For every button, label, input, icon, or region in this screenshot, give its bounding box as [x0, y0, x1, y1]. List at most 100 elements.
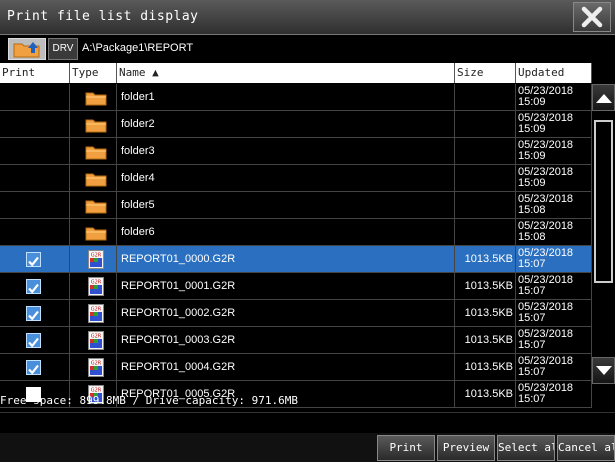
title-bar: Print file list display [0, 0, 615, 35]
table-row[interactable]: folder1 05/23/2018 15:09 [0, 84, 592, 111]
file-size: 1013.5KB [455, 246, 516, 272]
arrow-up-icon [595, 93, 612, 103]
print-checkbox[interactable] [26, 360, 41, 375]
type-cell [70, 111, 117, 137]
table-row[interactable]: G2R REPORT01_0001.G2R 1013.5KB 05/23/2018 15… [0, 273, 592, 300]
print-cell [0, 273, 70, 299]
updated-cell: 05/23/2018 15:07 [516, 300, 592, 326]
close-x-icon [581, 6, 603, 28]
table-row[interactable]: folder5 05/23/2018 15:08 [0, 192, 592, 219]
folder-icon [85, 171, 107, 187]
table-row[interactable]: folder2 05/23/2018 15:09 [0, 111, 592, 138]
file-name: REPORT01_0000.G2R [117, 246, 455, 272]
updated-time: 15:07 [518, 366, 546, 378]
drive-button[interactable]: DRV [48, 38, 78, 60]
table-row[interactable]: folder6 05/23/2018 15:08 [0, 219, 592, 246]
table-row[interactable]: G2R REPORT01_0002.G2R 1013.5KB 05/23/2018 15… [0, 300, 592, 327]
updated-time: 15:08 [518, 204, 546, 216]
file-name: folder4 [117, 165, 455, 191]
file-name: folder2 [117, 111, 455, 137]
updated-cell: 05/23/2018 15:07 [516, 273, 592, 299]
column-header-updated[interactable]: Updated [516, 63, 592, 83]
file-size: 1013.5KB [455, 273, 516, 299]
updated-time: 15:07 [518, 258, 546, 270]
preview-button[interactable]: Preview [437, 435, 495, 461]
g2r-file-icon: G2R [88, 277, 104, 296]
checkmark-icon [28, 310, 39, 321]
print-checkbox[interactable] [26, 306, 41, 321]
g2r-file-icon: G2R [88, 304, 104, 323]
updated-time: 15:09 [518, 123, 546, 135]
checkmark-icon [28, 337, 39, 348]
type-cell [70, 84, 117, 110]
file-size: 1013.5KB [455, 381, 516, 407]
updated-time: 15:07 [518, 285, 546, 297]
type-cell: G2R [70, 327, 117, 353]
type-cell [70, 192, 117, 218]
type-cell: G2R [70, 273, 117, 299]
table-row[interactable]: G2R REPORT01_0003.G2R 1013.5KB 05/23/2018 15… [0, 327, 592, 354]
updated-cell: 05/23/2018 15:07 [516, 381, 592, 407]
column-header-size[interactable]: Size [455, 63, 516, 83]
g2r-file-icon: G2R [88, 331, 104, 350]
scrollbar-thumb[interactable] [594, 120, 613, 283]
file-size [455, 138, 516, 164]
table-row[interactable]: folder4 05/23/2018 15:09 [0, 165, 592, 192]
folder-up-button[interactable] [8, 38, 46, 60]
table-row[interactable]: G2R REPORT01_0004.G2R 1013.5KB 05/23/2018 15… [0, 354, 592, 381]
file-size: 1013.5KB [455, 327, 516, 353]
updated-time: 15:09 [518, 177, 546, 189]
column-header-name[interactable]: Name ▲ [117, 63, 455, 83]
type-cell [70, 138, 117, 164]
print-cell [0, 165, 70, 191]
file-size: 1013.5KB [455, 354, 516, 380]
file-name: folder5 [117, 192, 455, 218]
type-cell: G2R [70, 246, 117, 272]
table-row[interactable]: G2R REPORT01_0000.G2R 1013.5KB 05/23/2018 15… [0, 246, 592, 273]
file-name: REPORT01_0003.G2R [117, 327, 455, 353]
print-cell [0, 84, 70, 110]
table-row[interactable]: folder3 05/23/2018 15:09 [0, 138, 592, 165]
close-button[interactable] [573, 2, 611, 32]
updated-time: 15:07 [518, 339, 546, 351]
print-checkbox[interactable] [26, 252, 41, 267]
checkmark-icon [28, 283, 39, 294]
current-path: A:\Package1\REPORT [82, 42, 194, 54]
file-size: 1013.5KB [455, 300, 516, 326]
svg-text:G2R: G2R [91, 361, 102, 367]
updated-cell: 05/23/2018 15:09 [516, 111, 592, 137]
vertical-scrollbar[interactable] [592, 84, 615, 384]
updated-time: 15:07 [518, 393, 546, 405]
updated-cell: 05/23/2018 15:08 [516, 219, 592, 245]
svg-text:G2R: G2R [91, 388, 102, 394]
checkmark-icon [28, 256, 39, 267]
column-header-print[interactable]: Print [0, 63, 70, 83]
print-button[interactable]: Print [377, 435, 435, 461]
print-checkbox[interactable] [26, 333, 41, 348]
folder-icon [85, 144, 107, 160]
updated-time: 15:07 [518, 312, 546, 324]
folder-icon [85, 198, 107, 214]
window-title: Print file list display [7, 9, 199, 24]
select-all-button[interactable]: Select all [497, 435, 555, 461]
file-size [455, 192, 516, 218]
updated-cell: 05/23/2018 15:07 [516, 327, 592, 353]
print-cell [0, 192, 70, 218]
updated-time: 15:09 [518, 150, 546, 162]
column-header-type[interactable]: Type [70, 63, 117, 83]
print-cell [0, 300, 70, 326]
file-size [455, 165, 516, 191]
print-cell [0, 111, 70, 137]
cancel-all-button[interactable]: Cancel all [557, 435, 615, 461]
print-cell [0, 327, 70, 353]
type-cell: G2R [70, 300, 117, 326]
divider [0, 412, 615, 413]
folder-icon [85, 225, 107, 241]
folder-up-icon [13, 42, 40, 58]
updated-cell: 05/23/2018 15:09 [516, 165, 592, 191]
file-name: folder6 [117, 219, 455, 245]
scroll-down-button[interactable] [592, 357, 615, 384]
print-checkbox[interactable] [26, 279, 41, 294]
scroll-up-button[interactable] [592, 84, 615, 111]
arrow-down-icon [595, 365, 612, 375]
